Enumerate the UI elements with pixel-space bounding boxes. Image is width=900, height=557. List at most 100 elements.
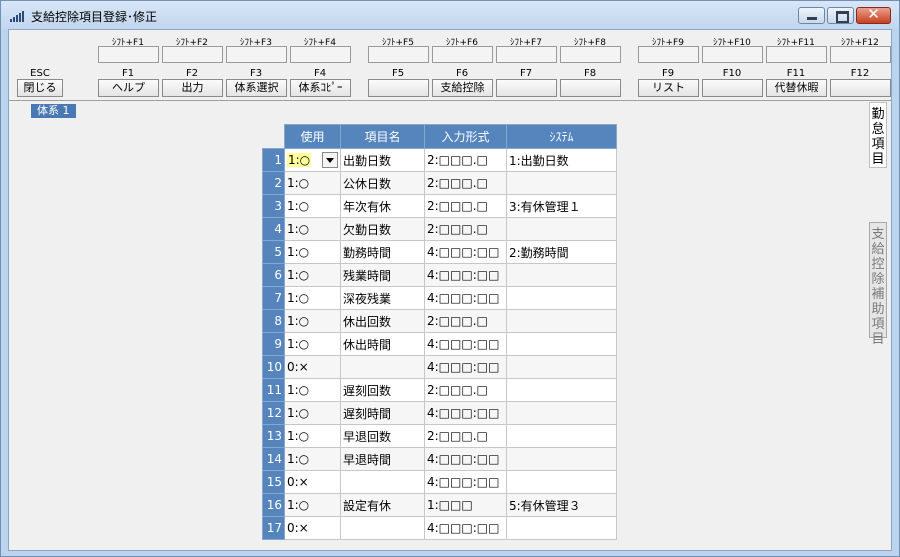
column-header-item-name[interactable]: 項目名 [340,124,425,149]
item-name-cell[interactable]: 早退回数 [340,424,425,448]
table-row[interactable]: 1 1:○ 出勤日数 2:□□□.□ 1:出勤日数 [262,148,617,172]
use-cell[interactable]: 1:○ [284,309,341,333]
input-format-cell[interactable]: 2:□□□.□ [424,194,507,218]
column-header-input-format[interactable]: 入力形式 [424,124,507,149]
system-cell[interactable]: 2:勤務時間 [506,240,617,264]
use-cell[interactable]: 1:○ [284,447,341,471]
fkey-button[interactable] [496,79,557,97]
use-cell[interactable]: 0:× [284,355,341,379]
fkey-button[interactable] [368,79,429,97]
shift-fkey-button[interactable] [368,46,429,63]
column-header-system[interactable]: ｼｽﾃﾑ [506,124,617,149]
system-cell[interactable] [506,217,617,241]
system-tab[interactable]: 体系 1 [31,104,76,118]
input-format-cell[interactable]: 2:□□□.□ [424,148,507,172]
fkey-button[interactable] [830,79,891,97]
table-row[interactable]: 6 1:○ 残業時間 4:□□□:□□ [262,263,617,287]
close-button[interactable]: ✕ [856,5,891,24]
maximize-button[interactable] [827,7,854,24]
use-cell[interactable]: 1:○ [284,493,341,517]
input-format-cell[interactable]: 4:□□□:□□ [424,240,507,264]
input-format-cell[interactable]: 2:□□□.□ [424,424,507,448]
use-cell[interactable]: 1:○ [284,286,341,310]
system-cell[interactable] [506,309,617,333]
shift-fkey-button[interactable] [432,46,493,63]
item-name-cell[interactable]: 年次有休 [340,194,425,218]
item-name-cell[interactable]: 公休日数 [340,171,425,195]
shift-fkey-button[interactable] [98,46,159,63]
shift-fkey-button[interactable] [702,46,763,63]
input-format-cell[interactable]: 4:□□□:□□ [424,355,507,379]
use-cell[interactable]: 0:× [284,470,341,494]
system-cell[interactable] [506,516,617,540]
item-name-cell[interactable]: 欠勤日数 [340,217,425,241]
shift-fkey-button[interactable] [162,46,223,63]
table-row[interactable]: 3 1:○ 年次有休 2:□□□.□ 3:有休管理１ [262,194,617,218]
use-cell[interactable]: 1:○ [284,424,341,448]
fkey-button[interactable]: 体系ｺﾋﾟｰ [290,79,351,97]
system-cell[interactable]: 5:有休管理３ [506,493,617,517]
table-row[interactable]: 10 0:× 4:□□□:□□ [262,355,617,379]
system-cell[interactable] [506,447,617,471]
use-cell[interactable]: 0:× [284,516,341,540]
system-cell[interactable] [506,378,617,402]
table-row[interactable]: 17 0:× 4:□□□:□□ [262,516,617,540]
use-cell[interactable]: 1:○ [284,171,341,195]
table-row[interactable]: 8 1:○ 休出回数 2:□□□.□ [262,309,617,333]
tab-payment-deduction-auxiliary-items[interactable]: 支給控除補助項目 [869,222,887,347]
input-format-cell[interactable]: 4:□□□:□□ [424,401,507,425]
table-row[interactable]: 12 1:○ 遅刻時間 4:□□□:□□ [262,401,617,425]
input-format-cell[interactable]: 4:□□□:□□ [424,447,507,471]
table-row[interactable]: 7 1:○ 深夜残業 4:□□□:□□ [262,286,617,310]
fkey-button[interactable] [702,79,763,97]
tab-attendance-items[interactable]: 勤怠項目 [869,102,887,168]
shift-fkey-button[interactable] [496,46,557,63]
table-row[interactable]: 11 1:○ 遅刻回数 2:□□□.□ [262,378,617,402]
fkey-button[interactable]: 体系選択 [226,79,287,97]
use-cell[interactable]: 1:○ [284,263,341,287]
input-format-cell[interactable]: 4:□□□:□□ [424,286,507,310]
item-name-cell[interactable]: 出勤日数 [340,148,425,172]
fkey-button[interactable]: 出力 [162,79,223,97]
input-format-cell[interactable]: 4:□□□:□□ [424,470,507,494]
fkey-button[interactable]: ヘルプ [98,79,159,97]
use-select[interactable]: 1:○ [287,151,340,169]
system-cell[interactable] [506,332,617,356]
input-format-cell[interactable]: 4:□□□:□□ [424,332,507,356]
use-cell[interactable]: 1:○ [284,217,341,241]
item-name-cell[interactable]: 設定有休 [340,493,425,517]
input-format-cell[interactable]: 2:□□□.□ [424,309,507,333]
input-format-cell[interactable]: 1:□□□ [424,493,507,517]
table-row[interactable]: 5 1:○ 勤務時間 4:□□□:□□ 2:勤務時間 [262,240,617,264]
system-cell[interactable]: 3:有休管理１ [506,194,617,218]
fkey-button[interactable]: 閉じる [17,79,63,97]
use-cell[interactable]: 1:○ [284,194,341,218]
system-cell[interactable] [506,263,617,287]
table-row[interactable]: 14 1:○ 早退時間 4:□□□:□□ [262,447,617,471]
input-format-cell[interactable]: 2:□□□.□ [424,171,507,195]
system-cell[interactable] [506,470,617,494]
column-header-use[interactable]: 使用 [284,124,341,149]
use-cell[interactable]: 1:○ [284,332,341,356]
item-name-cell[interactable] [340,355,425,379]
item-name-cell[interactable] [340,470,425,494]
title-bar[interactable]: 支給控除項目登録･修正 ✕ [1,1,899,29]
table-row[interactable]: 13 1:○ 早退回数 2:□□□.□ [262,424,617,448]
table-row[interactable]: 4 1:○ 欠勤日数 2:□□□.□ [262,217,617,241]
system-cell[interactable]: 1:出勤日数 [506,148,617,172]
input-format-cell[interactable]: 4:□□□:□□ [424,516,507,540]
shift-fkey-button[interactable] [560,46,621,63]
system-cell[interactable] [506,424,617,448]
shift-fkey-button[interactable] [226,46,287,63]
table-row[interactable]: 15 0:× 4:□□□:□□ [262,470,617,494]
dropdown-button[interactable] [322,152,338,168]
shift-fkey-button[interactable] [638,46,699,63]
item-name-cell[interactable]: 休出時間 [340,332,425,356]
use-cell[interactable]: 1:○ [284,148,341,172]
system-cell[interactable] [506,171,617,195]
shift-fkey-button[interactable] [830,46,891,63]
shift-fkey-button[interactable] [290,46,351,63]
input-format-cell[interactable]: 2:□□□.□ [424,217,507,241]
item-name-cell[interactable]: 深夜残業 [340,286,425,310]
item-name-cell[interactable]: 遅刻時間 [340,401,425,425]
